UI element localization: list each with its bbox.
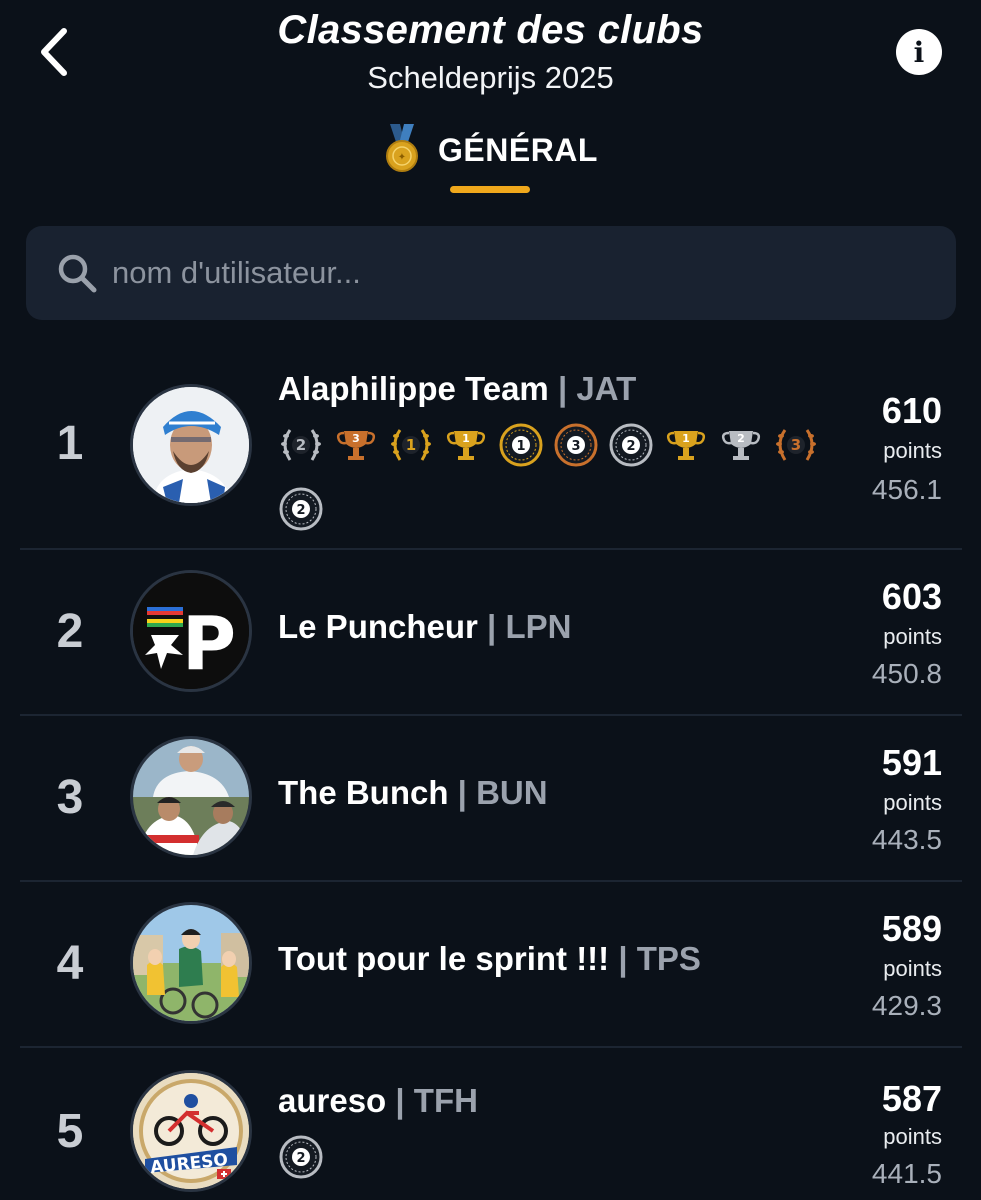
anime-cyclists-avatar[interactable] [130, 902, 252, 1024]
trophy-gold-badge-icon: 1 [663, 422, 709, 468]
info-button[interactable]: i [896, 29, 942, 75]
points-secondary: 443.5 [871, 824, 942, 855]
puncheur-logo-letter: P [182, 601, 236, 687]
achievement-badges: 2 [278, 1134, 838, 1186]
ranking-row[interactable]: 4 Tout pour le sprint !!! | TPS 589 poin… [20, 882, 962, 1046]
rank-number: 2 [56, 605, 84, 658]
svg-text:1: 1 [682, 432, 690, 445]
search-bar[interactable] [26, 226, 956, 320]
tab-general[interactable]: ✦ GÉNÉRAL [380, 124, 620, 196]
separator: | [618, 940, 628, 977]
club-name[interactable]: Le Puncheur | LPN [278, 608, 571, 646]
ranking-row[interactable]: 5 AURESO aureso | TFH 2 587 points 441.5 [20, 1048, 962, 1200]
club-name-text: Tout pour le sprint !!! [278, 940, 610, 977]
info-icon: i [913, 35, 925, 69]
points-label: points [883, 624, 942, 649]
wheel-silver-badge-icon: 2 [608, 422, 654, 468]
search-input[interactable] [112, 246, 912, 300]
svg-text:✦: ✦ [398, 152, 406, 163]
aureso-logo-avatar[interactable]: AURESO [130, 1070, 252, 1192]
club-code: TFH [413, 1082, 478, 1119]
points-secondary: 456.1 [871, 474, 942, 505]
laurel-gold-badge-icon: 1 [388, 422, 434, 468]
puncheur-logo-avatar[interactable]: P [130, 570, 252, 692]
tab-label: GÉNÉRAL [438, 132, 598, 168]
rank-number: 3 [56, 771, 84, 824]
club-name[interactable]: Alaphilippe Team | JAT [278, 370, 636, 408]
ranking-row[interactable]: 2 P Le Puncheur | LPN 603 points 450.8 [20, 550, 962, 714]
separator: | [487, 608, 497, 645]
page-title: Classement des clubs [277, 8, 704, 52]
page-subtitle: Scheldeprijs 2025 [367, 60, 614, 95]
achievement-badges: 23111321232 [278, 422, 838, 542]
rank-number: 5 [56, 1105, 84, 1158]
club-name-text: Alaphilippe Team [278, 370, 549, 407]
trophy-bronze-badge-icon: 3 [333, 422, 379, 468]
points-value: 589 [881, 908, 942, 949]
svg-text:2: 2 [296, 436, 306, 454]
club-code: JAT [576, 370, 637, 407]
wheel-gold-badge-icon: 1 [498, 422, 544, 468]
search-icon [58, 254, 97, 293]
active-tab-indicator [450, 186, 530, 193]
club-name-text: The Bunch [278, 774, 449, 811]
rider-portrait-avatar[interactable] [130, 384, 252, 506]
club-code: BUN [476, 774, 548, 811]
svg-text:2: 2 [296, 1151, 305, 1166]
points-value: 587 [881, 1078, 942, 1119]
points-secondary: 429.3 [871, 990, 942, 1021]
svg-text:3: 3 [571, 439, 580, 454]
medal-icon: ✦ [386, 124, 418, 172]
laurel-silver-badge-icon: 2 [278, 422, 324, 468]
points-value: 591 [881, 742, 942, 783]
separator: | [457, 774, 467, 811]
ranking-row[interactable]: 3 The Bunch | BUN 591 points 443.5 [20, 716, 962, 880]
club-name[interactable]: The Bunch | BUN [278, 774, 548, 812]
club-code: LPN [505, 608, 572, 645]
points-label: points [883, 1124, 942, 1149]
points-secondary: 450.8 [871, 658, 942, 689]
points-label: points [883, 790, 942, 815]
wheel-silver-badge-icon: 2 [278, 486, 324, 532]
header: Classement des clubs Scheldeprijs 2025 i [0, 0, 981, 110]
points-label: points [883, 438, 942, 463]
club-code: TPS [636, 940, 701, 977]
club-name[interactable]: Tout pour le sprint !!! | TPS [278, 940, 701, 978]
separator: | [557, 370, 568, 407]
wheel-bronze-badge-icon: 3 [553, 422, 599, 468]
points-value: 603 [881, 576, 942, 617]
club-name[interactable]: aureso | TFH [278, 1082, 478, 1120]
svg-text:1: 1 [462, 432, 470, 445]
svg-text:1: 1 [516, 439, 525, 454]
points-label: points [883, 956, 942, 981]
club-name-text: aureso [278, 1082, 387, 1119]
trophy-silver-badge-icon: 2 [718, 422, 764, 468]
points-secondary: 441.5 [871, 1158, 942, 1189]
svg-text:2: 2 [737, 432, 745, 445]
wheel-silver-badge-icon: 2 [278, 1134, 324, 1180]
trophy-gold-badge-icon: 1 [443, 422, 489, 468]
separator: | [395, 1082, 405, 1119]
club-name-text: Le Puncheur [278, 608, 478, 645]
rank-number: 1 [56, 417, 84, 470]
svg-text:2: 2 [626, 439, 635, 454]
svg-text:1: 1 [406, 436, 416, 454]
ranking-row[interactable]: 1 Alaphilippe Team | JAT 23111321232 610… [20, 350, 962, 548]
svg-text:2: 2 [296, 503, 305, 518]
svg-text:3: 3 [352, 432, 360, 445]
riders-photo-avatar[interactable] [130, 736, 252, 858]
rank-number: 4 [56, 937, 84, 990]
points-value: 610 [881, 390, 942, 431]
